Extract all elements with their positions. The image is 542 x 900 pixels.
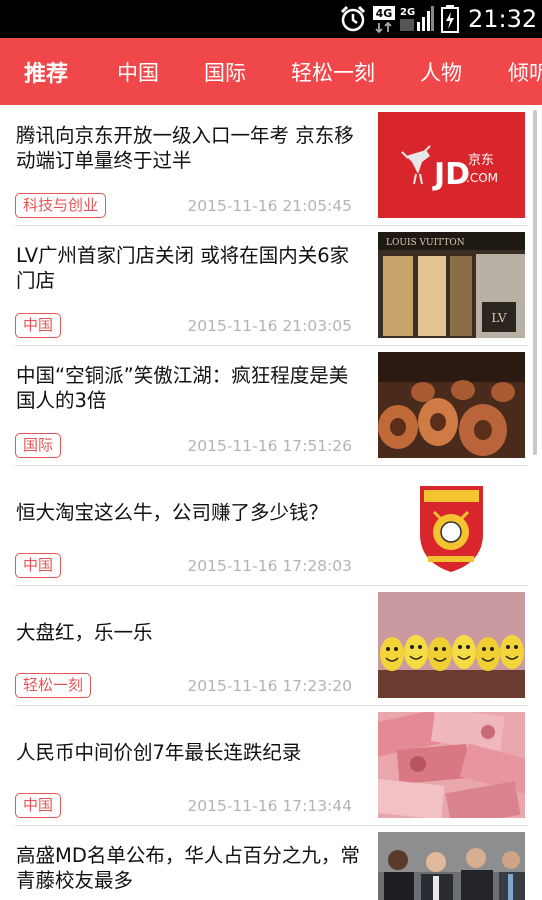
news-thumbnail — [378, 472, 525, 578]
jd-logo-image: JD 京东 .COM — [378, 112, 525, 218]
tab-relax[interactable]: 轻松一刻 — [291, 38, 375, 105]
news-item[interactable]: LV广州首家门店关闭 或将在国内关6家门店 中国 2015-11-16 21:0… — [0, 225, 542, 345]
status-bar: 4G 2G 21:32 — [0, 0, 542, 38]
news-list: 腾讯向京东开放一级入口一年考 京东移动端订单量终于过半 科技与创业 2015-1… — [0, 105, 542, 900]
news-title: 恒大淘宝这么牛，公司赚了多少钱？ — [16, 501, 329, 524]
network-2g-label: 2G — [400, 7, 415, 18]
news-title: 大盘红，乐一乐 — [16, 621, 153, 644]
network-4g-icon: 4G — [373, 0, 399, 38]
news-title: 中国“空铜派”笑傲江湖：疯狂程度是美国人的3倍 — [16, 364, 349, 412]
battery-charging-icon — [440, 0, 460, 38]
news-time: 2015-11-16 21:03:05 — [187, 317, 352, 335]
news-time: 2015-11-16 21:05:45 — [187, 197, 352, 215]
tab-international[interactable]: 国际 — [204, 38, 246, 105]
copper-coils-image — [378, 352, 525, 458]
news-title: LV广州首家门店关闭 或将在国内关6家门店 — [16, 244, 350, 292]
scrollbar[interactable] — [533, 110, 537, 455]
jd-logo-cn: 京东 — [468, 153, 494, 168]
category-tag[interactable]: 科技与创业 — [15, 193, 107, 218]
news-title: 人民币中间价创7年最长连跌纪录 — [16, 741, 302, 764]
news-thumbnail — [378, 832, 525, 900]
jd-logo-text: JD — [432, 157, 470, 192]
category-tag[interactable]: 国际 — [15, 433, 62, 458]
news-thumbnail — [378, 712, 525, 818]
category-tag[interactable]: 中国 — [15, 793, 62, 818]
news-time: 2015-11-16 17:51:26 — [187, 437, 352, 455]
businessmen-photo-image — [378, 832, 525, 900]
news-thumbnail — [378, 352, 525, 458]
louis-vuitton-store-image: LOUIS VUITTON LV — [378, 232, 525, 338]
news-title: 腾讯向京东开放一级入口一年考 京东移动端订单量终于过半 — [16, 124, 354, 172]
news-time: 2015-11-16 17:13:44 — [187, 797, 352, 815]
news-item[interactable]: 腾讯向京东开放一级入口一年考 京东移动端订单量终于过半 科技与创业 2015-1… — [0, 105, 542, 225]
news-time: 2015-11-16 17:23:20 — [187, 677, 352, 695]
category-nav: 推荐 中国 国际 轻松一刻 人物 倾听 — [0, 38, 542, 105]
news-thumbnail — [378, 592, 525, 698]
tab-recommend[interactable]: 推荐 — [24, 38, 68, 105]
lv-sign-text: LOUIS VUITTON — [386, 238, 465, 248]
tab-people[interactable]: 人物 — [420, 38, 462, 105]
rmb-banknotes-image — [378, 712, 525, 818]
news-title: 高盛MD名单公布，华人占百分之九，常青藤校友最多 — [16, 844, 360, 892]
network-4g-label: 4G — [376, 7, 393, 20]
news-thumbnail: LOUIS VUITTON LV — [378, 232, 525, 338]
news-item[interactable]: 人民币中间价创7年最长连跌纪录 中国 2015-11-16 17:13:44 — [0, 705, 542, 825]
news-item[interactable]: 中国“空铜派”笑傲江湖：疯狂程度是美国人的3倍 国际 2015-11-16 17… — [0, 345, 542, 465]
tab-china[interactable]: 中国 — [117, 38, 159, 105]
smiley-eggs-image — [378, 592, 525, 698]
signal-icon: 2G — [400, 0, 434, 38]
svg-text:LV: LV — [491, 311, 507, 325]
news-item[interactable]: 恒大淘宝这么牛，公司赚了多少钱？ 中国 2015-11-16 17:28:03 — [0, 465, 542, 585]
evergrande-crest-image — [378, 472, 525, 578]
jd-logo-com: .COM — [466, 171, 498, 185]
tab-listen[interactable]: 倾听 — [508, 38, 542, 105]
status-time: 21:32 — [468, 5, 538, 33]
category-tag[interactable]: 中国 — [15, 313, 62, 338]
alarm-icon — [338, 0, 368, 38]
news-item[interactable]: 大盘红，乐一乐 轻松一刻 2015-11-16 17:23:20 — [0, 585, 542, 705]
news-time: 2015-11-16 17:28:03 — [187, 557, 352, 575]
category-tag[interactable]: 中国 — [15, 553, 62, 578]
news-thumbnail: JD 京东 .COM — [378, 112, 525, 218]
news-item[interactable]: 高盛MD名单公布，华人占百分之九，常青藤校友最多 — [0, 825, 542, 900]
category-tag[interactable]: 轻松一刻 — [15, 673, 92, 698]
